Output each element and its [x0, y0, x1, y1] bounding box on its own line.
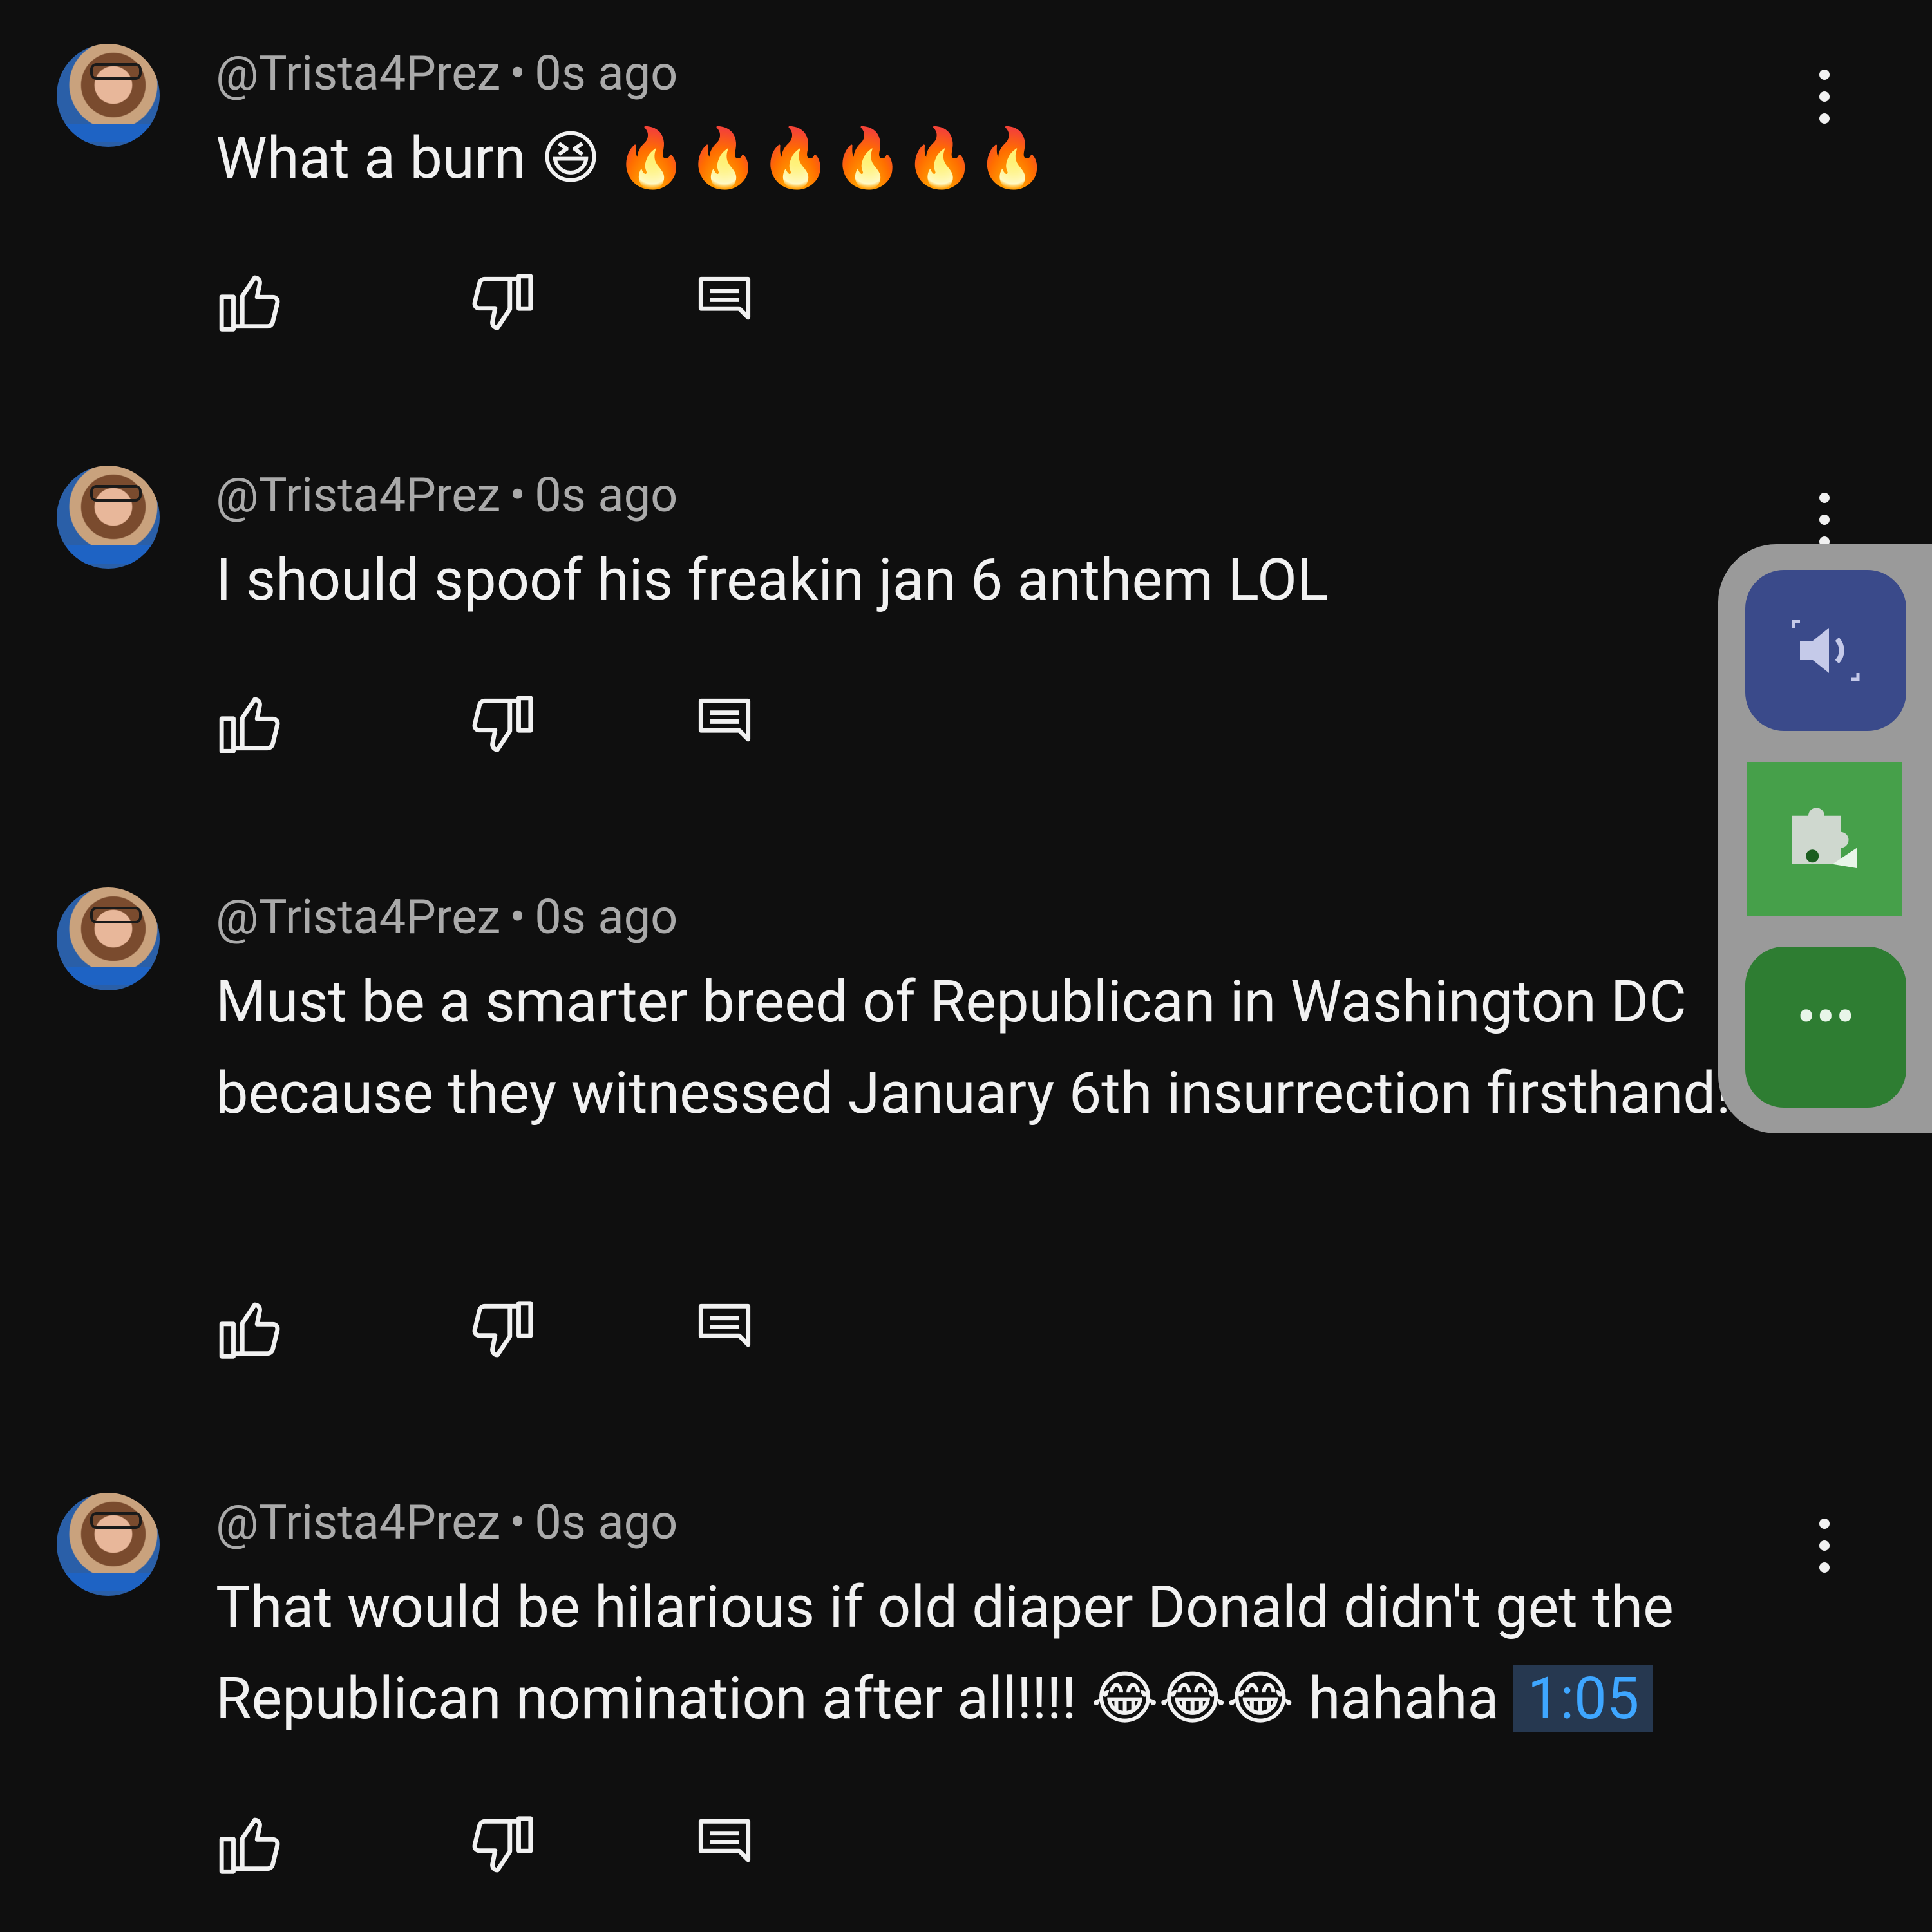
like-button[interactable]	[216, 1294, 287, 1365]
reply-button[interactable]	[689, 267, 760, 338]
extension-button[interactable]	[1747, 762, 1902, 916]
dislike-button[interactable]	[466, 1810, 536, 1880]
thumbs-up-icon	[219, 697, 280, 753]
puzzle-icon	[1792, 808, 1857, 868]
thumbs-down-icon	[472, 696, 533, 752]
like-button[interactable]	[216, 1810, 287, 1880]
comment-2: @Trista4Prez • 0s ago I should spoof his f…	[0, 422, 1932, 834]
comment-meta: @Trista4Prez • 0s ago	[216, 1499, 677, 1547]
like-button[interactable]	[216, 267, 287, 338]
comment-meta: @Trista4Prez • 0s ago	[216, 894, 677, 942]
dislike-button[interactable]	[466, 267, 536, 338]
more-options-icon[interactable]	[1815, 70, 1834, 134]
more-options-icon[interactable]	[1815, 1519, 1834, 1583]
comment-3: @Trista4Prez • 0s ago Must be a smarter br…	[0, 844, 1932, 1443]
comment-text-body: That would be hilarious if old diaper Do…	[216, 1573, 1674, 1732]
comment-text: What a burn 😆 🔥🔥🔥🔥🔥🔥	[216, 124, 1048, 192]
dislike-button[interactable]	[466, 1294, 536, 1365]
like-button[interactable]	[216, 689, 287, 760]
meta-separator: •	[509, 1495, 526, 1551]
reply-icon	[698, 1819, 751, 1862]
author-name[interactable]: @Trista4Prez	[216, 889, 500, 945]
author-name[interactable]: @Trista4Prez	[216, 46, 500, 102]
reply-button[interactable]	[689, 1294, 760, 1365]
comment-text: That would be hilarious if old diaper Do…	[216, 1562, 1806, 1745]
reply-button[interactable]	[689, 1810, 760, 1880]
reply-icon	[698, 698, 751, 742]
comment-actions	[216, 1294, 795, 1365]
thumbs-down-icon	[472, 1816, 533, 1873]
comment-meta: @Trista4Prez • 0s ago	[216, 472, 677, 520]
speaker-icon	[1792, 620, 1860, 681]
avatar[interactable]	[57, 44, 160, 147]
author-name[interactable]: @Trista4Prez	[216, 468, 500, 524]
comments-screen: @Trista4Prez • 0s ago What a burn 😆 🔥🔥🔥🔥🔥🔥…	[0, 0, 1932, 1932]
thumbs-up-icon	[219, 1817, 280, 1874]
thumbs-down-icon	[472, 274, 533, 330]
comment-age: 0s ago	[535, 1495, 678, 1551]
comment-actions	[216, 1810, 795, 1880]
reply-icon	[698, 276, 751, 320]
comment-age: 0s ago	[535, 889, 678, 945]
reply-icon	[698, 1303, 751, 1347]
avatar[interactable]	[57, 466, 160, 569]
thumbs-up-icon	[219, 275, 280, 332]
author-name[interactable]: @Trista4Prez	[216, 1495, 500, 1551]
comment-4: @Trista4Prez • 0s ago That would be hilari…	[0, 1449, 1932, 1932]
thumbs-down-icon	[472, 1301, 533, 1358]
meta-separator: •	[509, 46, 526, 102]
comment-1: @Trista4Prez • 0s ago What a burn 😆 🔥🔥🔥🔥🔥🔥	[0, 0, 1932, 412]
meta-separator: •	[509, 468, 526, 524]
avatar[interactable]	[57, 1493, 160, 1596]
timestamp-link[interactable]: 1:05	[1513, 1665, 1654, 1732]
meta-separator: •	[509, 889, 526, 945]
comment-age: 0s ago	[535, 46, 678, 102]
comment-meta: @Trista4Prez • 0s ago	[216, 50, 677, 98]
comment-actions	[216, 689, 795, 760]
reply-button[interactable]	[689, 689, 760, 760]
comment-age: 0s ago	[535, 468, 678, 524]
avatar[interactable]	[57, 887, 160, 990]
floating-side-panel: •••	[1718, 544, 1932, 1133]
more-button[interactable]: •••	[1745, 947, 1906, 1108]
comment-actions	[216, 267, 795, 338]
thumbs-up-icon	[219, 1302, 280, 1359]
comment-text: Must be a smarter breed of Republican in…	[216, 968, 1731, 1127]
comment-text: I should spoof his freakin jan 6 anthem …	[216, 546, 1329, 614]
voice-access-button[interactable]	[1745, 570, 1906, 731]
dislike-button[interactable]	[466, 689, 536, 760]
